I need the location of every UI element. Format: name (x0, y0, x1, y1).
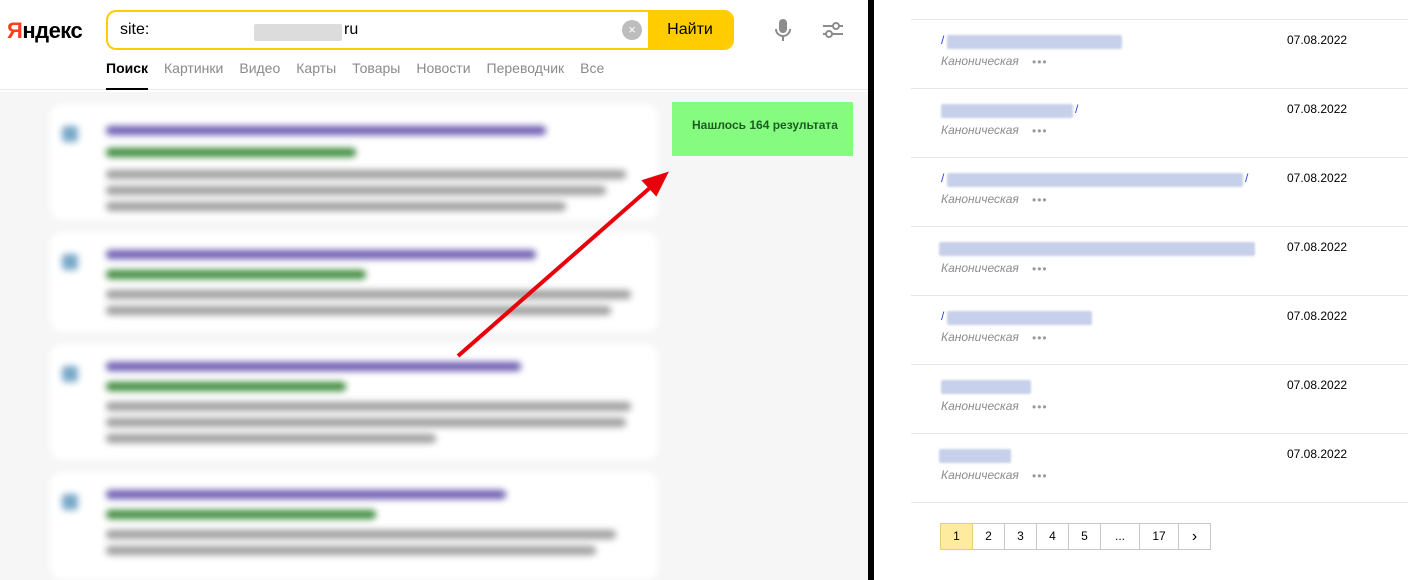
page-date: 07.08.2022 (1287, 378, 1348, 392)
result-card[interactable] (50, 344, 658, 460)
tab-maps[interactable]: Карты (296, 60, 336, 90)
search-box[interactable]: site: ru × Найти (106, 10, 734, 50)
tab-news[interactable]: Новости (416, 60, 470, 90)
page-button-3[interactable]: 3 (1004, 523, 1037, 550)
page-type: Каноническая (941, 54, 1019, 68)
yandex-logo[interactable]: Яндекс (7, 18, 83, 44)
page-ellipsis: ... (1100, 523, 1140, 550)
page-row: Каноническая ••• 07.08.2022 (911, 433, 1408, 502)
redacted-url (939, 242, 1255, 256)
favicon (62, 126, 78, 142)
result-card[interactable] (50, 104, 658, 220)
logo-rest: ндекс (22, 18, 83, 43)
find-button[interactable]: Найти (648, 12, 732, 48)
page-row: / Каноническая ••• 07.08.2022 (911, 88, 1408, 157)
page-type: Каноническая (941, 468, 1019, 482)
redacted-domain (254, 24, 342, 41)
redacted-url (947, 311, 1092, 325)
results-count-badge: Нашлось 164 результата (672, 102, 853, 156)
search-results-blurred (0, 92, 868, 580)
search-query-suffix[interactable]: ru (344, 21, 358, 39)
result-card[interactable] (50, 232, 658, 332)
tab-all[interactable]: Все (580, 60, 604, 90)
more-options-icon[interactable]: ••• (1032, 124, 1048, 138)
tab-images[interactable]: Картинки (164, 60, 223, 90)
more-options-icon[interactable]: ••• (1032, 400, 1048, 414)
redacted-url (947, 35, 1122, 49)
page-row: / / Каноническая ••• 07.08.2022 (911, 157, 1408, 226)
tab-video[interactable]: Видео (239, 60, 280, 90)
search-header: Яндекс site: ru × Найти Поиск Картинки В… (0, 0, 868, 90)
indexed-pages-pane: / Каноническая ••• 07.08.2022 / Канониче… (874, 0, 1408, 580)
redacted-url (941, 104, 1073, 118)
redacted-url (939, 449, 1011, 463)
favicon (62, 254, 78, 270)
next-page-chevron-icon[interactable]: › (1178, 523, 1211, 550)
yandex-search-pane: Яндекс site: ru × Найти Поиск Картинки В… (0, 0, 868, 580)
settings-sliders-icon[interactable] (822, 20, 844, 40)
tab-search[interactable]: Поиск (106, 60, 149, 90)
redacted-url (941, 380, 1031, 394)
page-button-5[interactable]: 5 (1068, 523, 1101, 550)
page-type: Каноническая (941, 330, 1019, 344)
page-date: 07.08.2022 (1287, 309, 1348, 323)
page-row: Каноническая ••• 07.08.2022 (911, 364, 1408, 433)
page-type: Каноническая (941, 399, 1019, 413)
page-row: / Каноническая ••• 07.08.2022 (911, 19, 1408, 88)
page-date: 07.08.2022 (1287, 33, 1348, 47)
page-type: Каноническая (941, 261, 1019, 275)
pagination: 1 2 3 4 5 ... 17 › (940, 523, 1211, 550)
page-type: Каноническая (941, 192, 1019, 206)
result-card[interactable] (50, 472, 658, 580)
page-date: 07.08.2022 (1287, 171, 1348, 185)
page-button-4[interactable]: 4 (1036, 523, 1069, 550)
page-button-2[interactable]: 2 (972, 523, 1005, 550)
logo-first-letter: Я (7, 18, 23, 43)
list-divider (911, 502, 1408, 503)
page-row: Каноническая ••• 07.08.2022 (911, 226, 1408, 295)
favicon (62, 494, 78, 510)
microphone-icon[interactable] (773, 18, 793, 42)
search-tabs: Поиск Картинки Видео Карты Товары Новост… (106, 60, 620, 90)
page-date: 07.08.2022 (1287, 102, 1348, 116)
page-date: 07.08.2022 (1287, 240, 1348, 254)
page-date: 07.08.2022 (1287, 447, 1348, 461)
page-type: Каноническая (941, 123, 1019, 137)
more-options-icon[interactable]: ••• (1032, 331, 1048, 345)
results-count-text: Нашлось 164 результата (692, 118, 838, 132)
more-options-icon[interactable]: ••• (1032, 469, 1048, 483)
page-row: / Каноническая ••• 07.08.2022 (911, 295, 1408, 364)
more-options-icon[interactable]: ••• (1032, 55, 1048, 69)
favicon (62, 366, 78, 382)
page-button-17[interactable]: 17 (1139, 523, 1179, 550)
more-options-icon[interactable]: ••• (1032, 193, 1048, 207)
more-options-icon[interactable]: ••• (1032, 262, 1048, 276)
tab-products[interactable]: Товары (352, 60, 400, 90)
page-button-1[interactable]: 1 (940, 523, 973, 550)
search-query-prefix[interactable]: site: (120, 21, 149, 39)
tab-translator[interactable]: Переводчик (487, 60, 565, 90)
redacted-url (947, 173, 1243, 187)
clear-query-button[interactable]: × (622, 20, 642, 40)
